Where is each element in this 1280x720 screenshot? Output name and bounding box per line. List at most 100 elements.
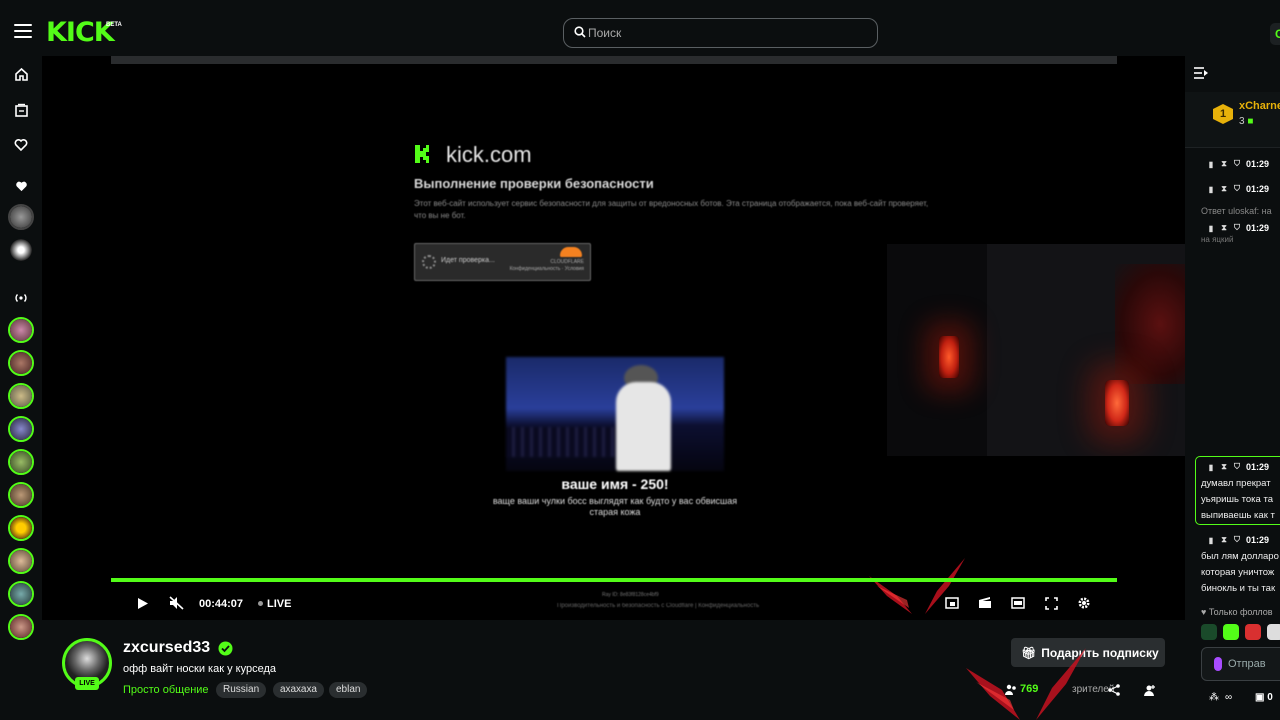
live-dot [258,601,263,606]
trash-icon[interactable]: ▮ [1207,185,1215,194]
cloudflare-logo-icon [560,247,582,257]
playback-time: 00:44:07 [199,598,244,610]
timeout-hourglass-icon[interactable]: ⧗ [1220,159,1228,169]
message-time: 01:29 [1246,159,1270,169]
sidebar-avatar[interactable] [8,515,34,541]
chat-panel: 1 xCharne 3 ■ ▮ ⧗ ⛉ 01:29 ▮ ⧗ ⛉ 01:29 Ответ ul… [1185,56,1280,720]
sidebar-avatar[interactable] [8,482,34,508]
video-player[interactable]: kick.com Выполнение проверки безопасност… [42,56,1187,620]
lamp [1105,380,1129,426]
chat-message[interactable]: ▮ ⧗ ⛉ 01:29 [1207,157,1269,171]
sidebar-avatar[interactable] [8,548,34,574]
chat-bottom-count: ▣ 0 [1255,692,1273,703]
overlay-description: Этот веб-сайт использует сервис безопасн… [414,199,929,220]
share-icon[interactable] [1108,684,1120,696]
stream-tag[interactable]: eblan [329,682,368,698]
message-text: был лям долларо [1201,551,1279,562]
timeout-hourglass-icon[interactable]: ⧗ [1220,535,1228,545]
message-text: думавл прекрат [1201,478,1271,489]
trash-icon[interactable]: ▮ [1207,536,1215,545]
overlay-title: Выполнение проверки безопасности [414,176,654,191]
stream-title: офф вайт носки как у курседа [123,663,276,675]
menu-icon[interactable] [14,24,32,38]
overlay-domain: kick.com [446,142,532,167]
timeout-hourglass-icon[interactable]: ⧗ [1220,462,1228,472]
stream-tag[interactable]: Russian [216,682,267,698]
sidebar-avatar[interactable] [8,449,34,475]
emote[interactable] [1245,624,1261,640]
timeout-hourglass-icon[interactable]: ⧗ [1220,184,1228,194]
play-icon[interactable] [134,594,152,612]
theater-mode-icon[interactable] [1009,594,1027,612]
chat-input-placeholder: Отправ [1228,658,1266,670]
ban-shield-icon[interactable]: ⛉ [1233,159,1241,169]
top-gifter-name[interactable]: xCharne [1239,100,1280,112]
clip-icon[interactable] [976,594,994,612]
message-time: 01:29 [1246,223,1270,233]
following-icon[interactable] [11,135,31,155]
rank-medal-icon: 1 [1213,104,1233,124]
mute-icon[interactable] [168,594,186,612]
emote-picker-icon[interactable] [1214,657,1222,671]
gift-icon: ■ [1247,116,1254,127]
sidebar-avatar[interactable] [8,350,34,376]
home-icon[interactable] [11,64,31,84]
alert-image [506,357,724,471]
trash-icon[interactable]: ▮ [1207,160,1215,169]
sidebar-avatar[interactable] [8,416,34,442]
provider-brand: CLOUDFLARE [550,259,584,265]
alert-name: ваше имя - 250! [561,476,669,492]
message-text: бинокль и ты так [1201,583,1276,594]
kick-logo[interactable]: KICK [46,18,115,48]
sidebar-avatar[interactable] [8,581,34,607]
chat-message[interactable]: ▮ ⧗ ⛉ 01:29 [1207,460,1269,474]
sidebar-avatar[interactable] [8,237,34,263]
ban-shield-icon[interactable]: ⛉ [1233,223,1241,233]
verification-checkbox: Идет проверка... CLOUDFLARE Конфиденциаль… [414,243,591,281]
stream-category[interactable]: Просто общение [123,684,209,696]
chat-message[interactable]: ▮ ⧗ ⛉ 01:29 [1207,182,1269,196]
browse-icon[interactable] [11,100,31,120]
stream-tag[interactable]: ахахаха [273,682,324,698]
verification-label: Идет проверка... [441,257,495,264]
search-bar[interactable] [563,18,878,48]
followers-only-notice: ♥ Только фоллов [1201,607,1273,617]
points-icon[interactable]: ⁂ [1209,692,1219,703]
emote[interactable] [1223,624,1239,640]
sidebar-avatar[interactable] [8,614,34,640]
emote[interactable] [1201,624,1217,640]
fullscreen-icon[interactable] [1042,594,1060,612]
message-time: 01:29 [1246,535,1270,545]
message-text: выпиваешь как т [1201,510,1275,521]
sidebar-avatar[interactable] [8,204,34,230]
live-label[interactable]: LIVE [267,598,291,610]
heart-filled-icon[interactable] [11,176,31,196]
live-badge: LIVE [75,677,99,690]
chat-input[interactable]: Отправ [1201,647,1280,681]
reply-reference[interactable]: Ответ uloskaf: на [1201,206,1272,216]
ban-shield-icon[interactable]: ⛉ [1233,184,1241,194]
search-input[interactable] [588,23,868,43]
miniplayer-icon[interactable] [943,594,961,612]
alert-message: ваще ваши чулки босс выглядят как будто … [492,496,738,517]
sidebar-avatar[interactable] [8,383,34,409]
message-text: на яцкий [1201,235,1234,244]
ban-shield-icon[interactable]: ⛉ [1233,535,1241,545]
emote[interactable] [1267,624,1280,640]
sidebar-avatar[interactable] [8,317,34,343]
settings-icon[interactable]: ▣ [1255,692,1264,703]
trash-icon[interactable]: ▮ [1207,463,1215,472]
message-time: 01:29 [1246,462,1270,472]
chat-message[interactable]: ▮ ⧗ ⛉ 01:29 [1207,533,1269,547]
progress-bar[interactable] [111,578,1117,582]
followers-only-text: Только фоллов [1208,607,1273,617]
collapse-chat-icon[interactable] [1193,66,1209,80]
follow-user-icon[interactable] [1144,684,1156,696]
message-time: 01:29 [1246,184,1270,194]
infinity-icon[interactable]: ∞ [1225,692,1232,703]
ban-shield-icon[interactable]: ⛉ [1233,462,1241,472]
top-right-button[interactable]: C [1270,23,1280,45]
settings-gear-icon[interactable] [1075,594,1093,612]
streamer-name[interactable]: zxcursed33 [123,639,210,657]
search-icon [574,26,586,38]
